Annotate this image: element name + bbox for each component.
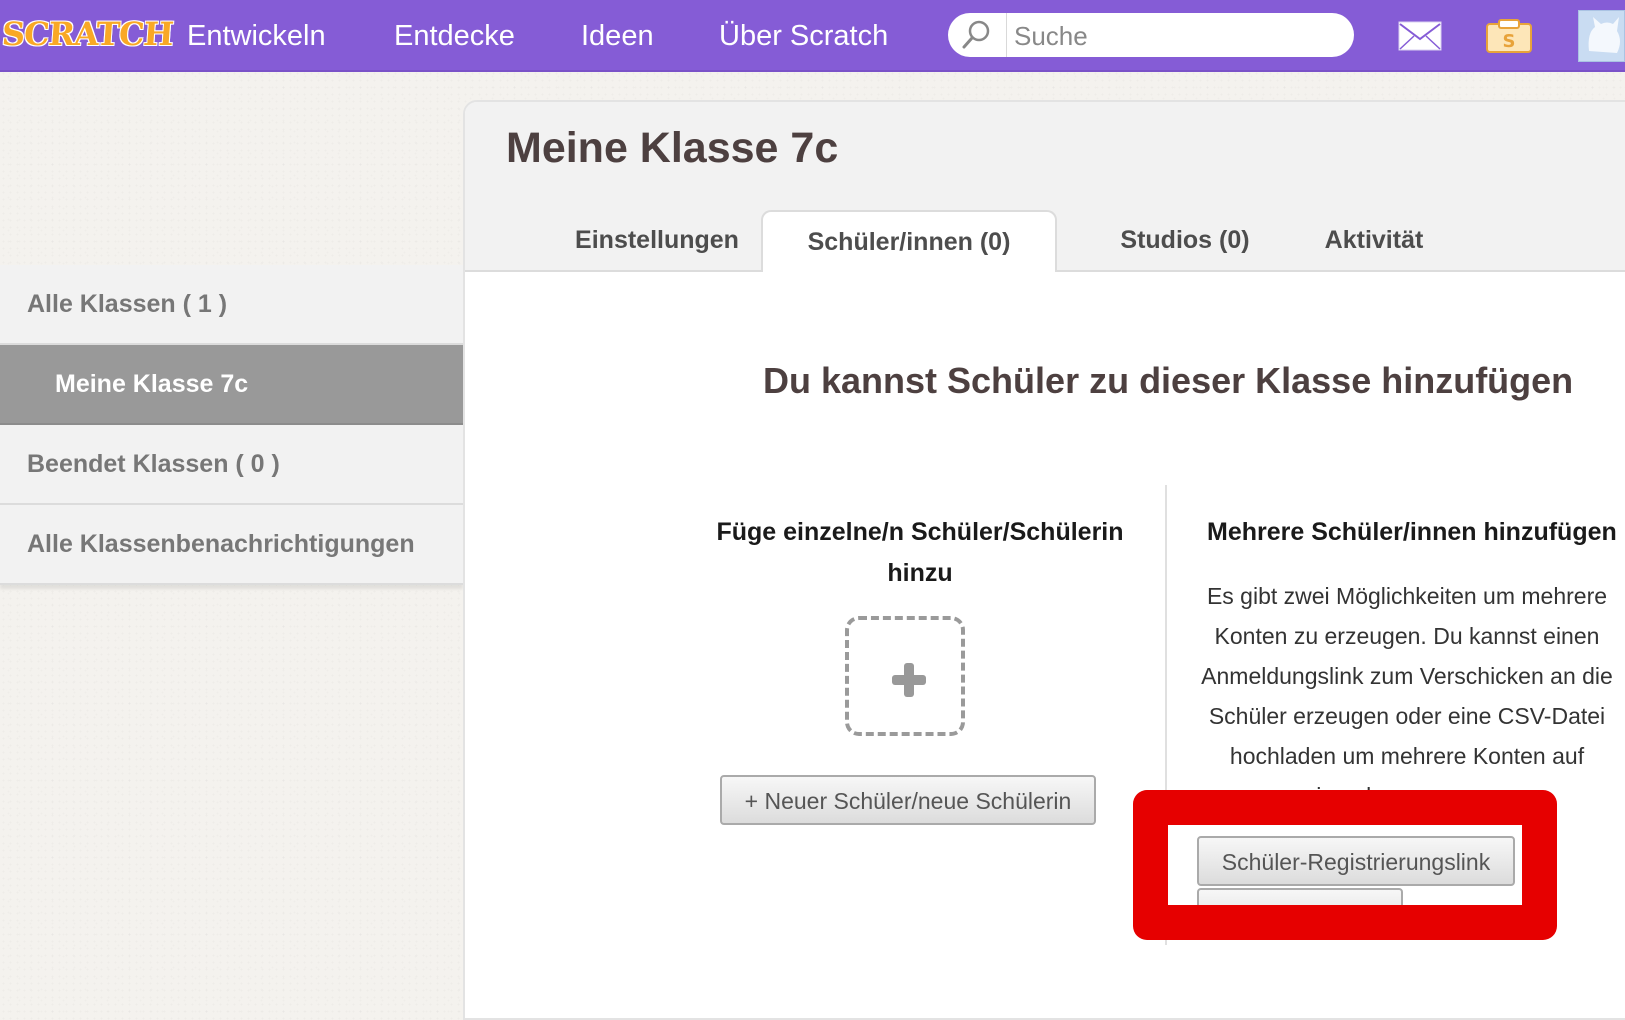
new-student-button[interactable]: + Neuer Schüler/neue Schülerin <box>720 775 1096 825</box>
add-single-title-line-1: Füge einzelne/n Schüler/Schülerin <box>716 518 1124 546</box>
tab-activity[interactable]: Aktivität <box>1299 210 1449 272</box>
class-sidebar: Alle Klassen ( 1 ) Meine Klasse 7c Beend… <box>0 265 463 585</box>
description-line: Schüler erzeugen oder eine CSV-Datei <box>1208 703 1606 729</box>
description-line: hochladen um mehrere Konten auf <box>1229 743 1585 769</box>
description-line: Anmeldungslink zum Verschicken an die <box>1201 663 1613 689</box>
svg-text:S: S <box>1503 31 1516 52</box>
highlight-annotation <box>1133 790 1557 940</box>
nav-link-ideas[interactable]: Ideen <box>581 18 654 54</box>
description-line: Es gibt zwei Möglichkeiten um mehrere <box>1206 583 1608 609</box>
tab-students[interactable]: Schüler/innen (0) <box>761 210 1057 272</box>
add-single-student-title: Füge einzelne/n Schüler/Schülerin hinzu <box>680 512 1160 594</box>
tab-settings[interactable]: Einstellungen <box>547 210 767 272</box>
search-box[interactable] <box>948 13 1354 57</box>
sidebar-item-ended-classes[interactable]: Beendet Klassen ( 0 ) <box>0 425 463 505</box>
description-line: Konten zu erzeugen. Du kannst einen <box>1214 623 1600 649</box>
sidebar-item-my-class-7c[interactable]: Meine Klasse 7c <box>0 345 463 425</box>
tab-studios[interactable]: Studios (0) <box>1085 210 1285 272</box>
plus-icon <box>889 660 929 705</box>
my-stuff-icon[interactable]: S <box>1485 18 1533 59</box>
search-input[interactable] <box>1012 19 1336 53</box>
messages-icon[interactable] <box>1397 18 1443 59</box>
class-header: Meine Klasse 7c Einstellungen Schüler/in… <box>465 102 1625 272</box>
sidebar-item-all-class-alerts[interactable]: Alle Klassenbenachrichtigungen <box>0 505 463 585</box>
scratch-logo[interactable]: SCRATCH <box>1 14 174 54</box>
nav-link-about[interactable]: Über Scratch <box>719 18 888 54</box>
search-icon[interactable] <box>948 13 1007 57</box>
sidebar-item-all-classes[interactable]: Alle Klassen ( 1 ) <box>0 265 463 345</box>
add-student-plus-box[interactable] <box>845 616 965 736</box>
nav-link-explore[interactable]: Entdecke <box>394 18 515 54</box>
top-nav-bar: SCRATCH Entwickeln Entdecke Ideen Über S… <box>0 0 1625 72</box>
add-single-title-line-2: hinzu <box>887 559 953 587</box>
avatar[interactable] <box>1578 10 1625 62</box>
page-title: Meine Klasse 7c <box>506 124 839 172</box>
add-students-heading: Du kannst Schüler zu dieser Klasse hinzu… <box>763 360 1574 401</box>
add-multiple-students-description: Es gibt zwei Möglichkeiten um mehrere Ko… <box>1187 576 1625 816</box>
add-multiple-students-title: Mehrere Schüler/innen hinzufügen <box>1207 518 1617 546</box>
nav-link-create[interactable]: Entwickeln <box>187 18 326 54</box>
